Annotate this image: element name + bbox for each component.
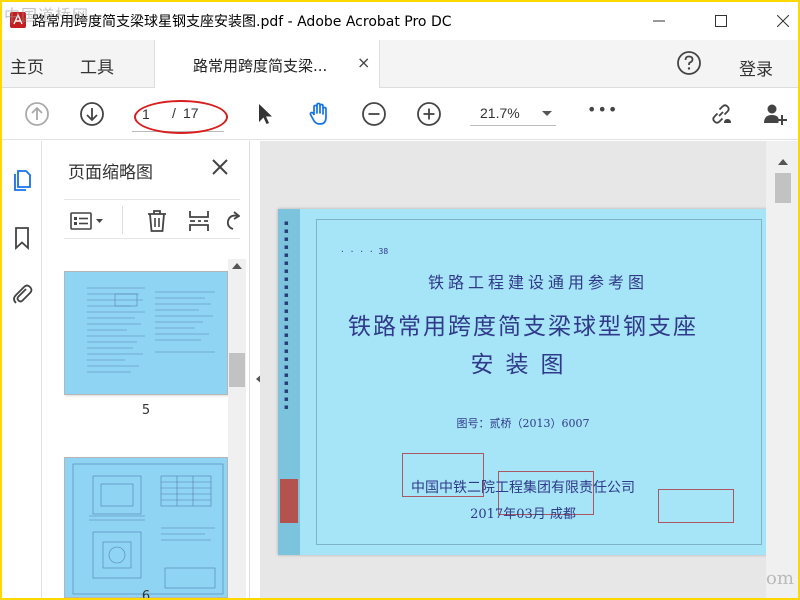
thumbnail-page-5-content (87, 287, 215, 373)
page-separator: / (172, 105, 176, 121)
page-drawing-number: 图号：贰桥（2013）6007 (456, 417, 590, 430)
thumbnails-panel-title: 页面缩略图 (68, 163, 153, 183)
add-user-icon[interactable] (762, 101, 788, 127)
cursor-arrow-icon[interactable] (252, 101, 278, 127)
page-organization: 中国中铁二院工程集团有限责任公司 (411, 480, 635, 496)
page-main-title: 铁路常用跨度简支梁球型钢支座 (348, 314, 698, 340)
thumbnail-page-6-label: 6 (141, 589, 151, 598)
minus-circle-icon[interactable] (361, 101, 387, 127)
thumbnails-scroll-thumb[interactable] (229, 353, 245, 387)
home-tab[interactable]: 主页 (10, 53, 44, 78)
thumbnail-page-6-content (72, 463, 224, 595)
document-page: ▪ ▪ ▪ ▪ ▪ ▪ ▪ ▪ ▪ ▪ ▪ ▪ ▪ ▪ ▪ ▪ ▪ ▪ ▪ ▪ … (278, 209, 768, 555)
page-series-title: 铁路工程建设通用参考图 (427, 273, 648, 292)
signin-button[interactable]: 登录 (739, 55, 773, 80)
total-pages: 17 (183, 105, 199, 121)
window-title: 路常用跨度简支梁球星钢支座安装图.pdf - Adobe Acrobat Pro… (32, 14, 452, 30)
zoom-value: 21.7% (480, 105, 520, 121)
help-icon[interactable] (676, 50, 702, 76)
close-icon (777, 15, 789, 27)
watermark-bottom-right: om (766, 568, 794, 589)
minimize-button[interactable] (636, 2, 682, 40)
page-code: · · · · 38 (340, 247, 389, 256)
thumbnails-scrollbar[interactable] (228, 259, 246, 598)
page-thumbnails-icon[interactable] (9, 167, 35, 193)
options-menu-icon[interactable] (68, 208, 108, 234)
title-bar: 路常用跨度简支梁球星钢支座安装图.pdf - Adobe Acrobat Pro… (2, 2, 798, 40)
more-tools-button[interactable]: ••• (587, 100, 618, 119)
hand-icon[interactable] (306, 101, 332, 127)
document-scrollbar[interactable] (766, 141, 798, 598)
bookmark-icon[interactable] (9, 225, 35, 251)
insert-page-icon[interactable] (186, 208, 212, 234)
tools-tab[interactable]: 工具 (80, 53, 114, 78)
toolbar-divider (122, 206, 123, 234)
watermark-top-left: 中国道桥网 (4, 6, 90, 25)
rotate-icon[interactable] (222, 208, 240, 234)
close-icon[interactable] (210, 157, 230, 177)
page-input-underline (132, 131, 224, 132)
arrow-up-circle-icon[interactable] (24, 101, 50, 127)
link-icon[interactable] (708, 101, 734, 127)
trash-icon[interactable] (144, 208, 170, 234)
plus-circle-icon[interactable] (416, 101, 442, 127)
chevron-down-icon (542, 111, 552, 116)
current-page-input[interactable] (142, 104, 166, 124)
main-toolbar: / 17 21.7% ••• (2, 88, 798, 140)
maximize-icon (715, 15, 727, 27)
document-view[interactable]: ▪ ▪ ▪ ▪ ▪ ▪ ▪ ▪ ▪ ▪ ▪ ▪ ▪ ▪ ▪ ▪ ▪ ▪ ▪ ▪ … (260, 141, 768, 598)
thumbnail-page-6[interactable] (64, 457, 228, 598)
zoom-dropdown[interactable]: 21.7% (470, 102, 556, 126)
page-navigator: / 17 (130, 102, 220, 126)
thumbnail-page-5[interactable] (64, 271, 228, 395)
document-tab-close-button[interactable]: × (357, 53, 370, 72)
thumbnails-toolbar (64, 199, 240, 239)
arrow-down-circle-icon[interactable] (79, 101, 105, 127)
document-scroll-thumb[interactable] (775, 173, 791, 203)
document-tab[interactable]: 路常用跨度简支梁... × (154, 40, 380, 88)
thumbnail-page-5-label: 5 (141, 403, 151, 418)
document-tab-label: 路常用跨度简支梁... (193, 57, 328, 75)
tab-bar: 主页 工具 路常用跨度简支梁... × 登录 (2, 40, 798, 88)
attachment-icon[interactable] (9, 281, 35, 307)
page-subtitle: 安装图 (470, 352, 576, 378)
acrobat-window: 路常用跨度简支梁球星钢支座安装图.pdf - Adobe Acrobat Pro… (2, 2, 798, 598)
close-window-button[interactable] (760, 2, 798, 40)
thumbnails-panel: 页面缩略图 5 6 (42, 141, 250, 598)
minimize-icon (653, 20, 665, 22)
page-date: 2017年03月 成都 (470, 507, 576, 522)
maximize-button[interactable] (698, 2, 744, 40)
left-icon-rail (2, 141, 42, 598)
scroll-up-icon[interactable] (232, 263, 242, 269)
scroll-up-icon[interactable] (778, 159, 788, 165)
